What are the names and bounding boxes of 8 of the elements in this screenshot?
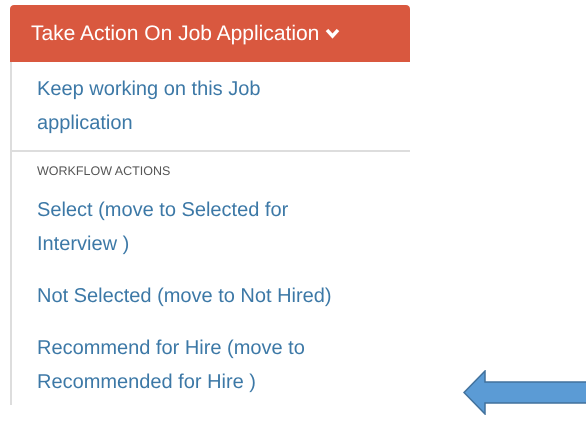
section-header: WORKFLOW ACTIONS <box>37 163 172 180</box>
chevron-icon <box>325 28 340 39</box>
menu-item[interactable]: Keep working on this Job application <box>37 66 357 146</box>
left-arrow-icon <box>463 370 586 415</box>
menu-item[interactable]: Recommend for Hire (move to Recommended for Hire ) <box>37 324 357 405</box>
take-action-button[interactable]: Take Action On Job Application <box>10 5 410 62</box>
menu-item[interactable]: Not Selected (move to Not Hired) <box>37 272 357 319</box>
menu-item[interactable]: Select (move to Selected for Interview ) <box>37 186 357 267</box>
